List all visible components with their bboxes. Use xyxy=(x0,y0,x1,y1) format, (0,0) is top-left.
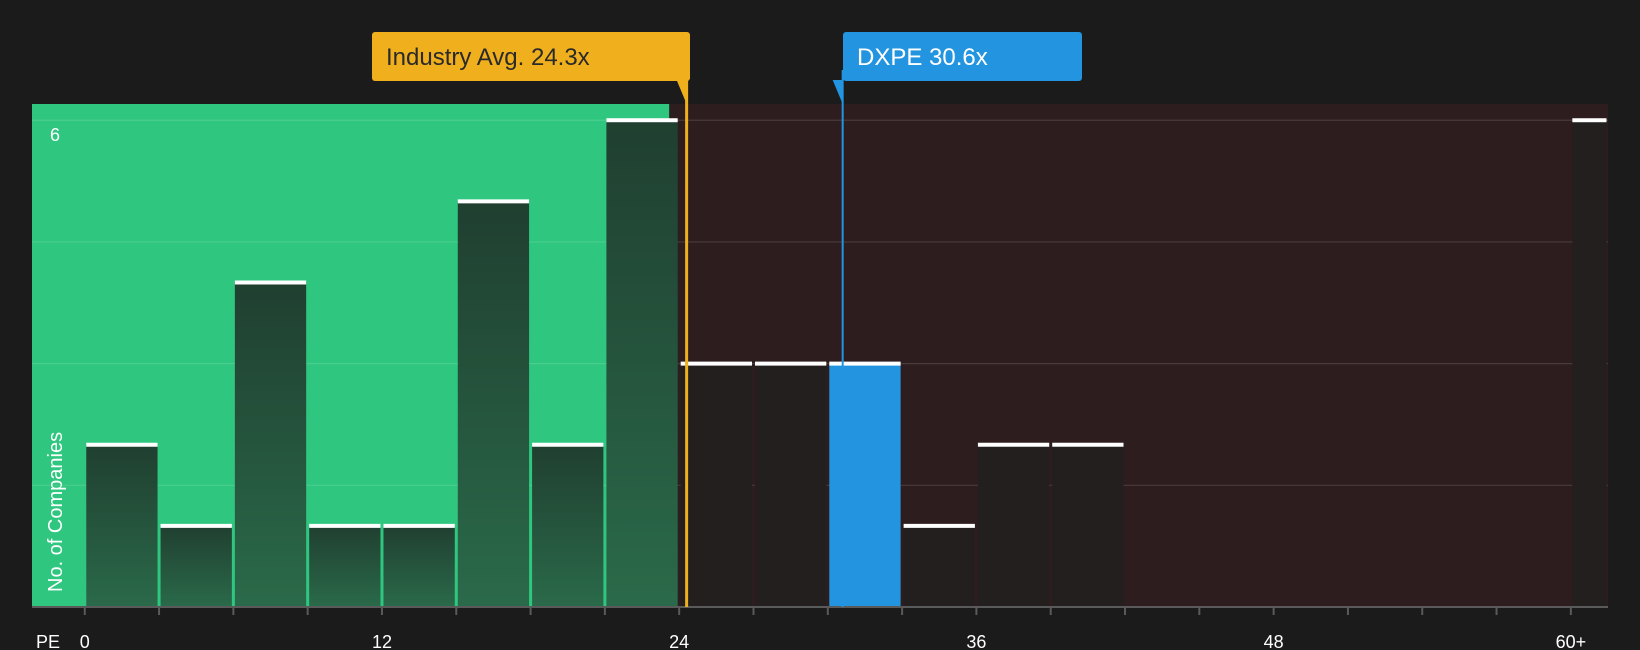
industry-callout-label: Industry Avg. 24.3x xyxy=(386,44,590,71)
x-tick-label-5: 60+ xyxy=(1556,632,1587,650)
bar-13 xyxy=(1052,444,1124,607)
x-tick-label-1: 12 xyxy=(372,632,392,650)
x-tick-label-4: 48 xyxy=(1264,632,1284,650)
bar-cap-0 xyxy=(86,442,158,447)
y-axis-label: No. of Companies xyxy=(45,432,67,592)
bar-14 xyxy=(1572,120,1607,608)
x-tick-label-0: 0 xyxy=(80,632,90,650)
bar-3 xyxy=(309,525,381,607)
x-axis-label: PE xyxy=(36,632,60,650)
x-tick-label-2: 24 xyxy=(669,632,689,650)
bar-4 xyxy=(383,525,455,607)
bar-cap-1 xyxy=(160,523,232,528)
bar-cap-5 xyxy=(457,199,530,204)
company-callout-label: DXPE 30.6x xyxy=(857,44,988,71)
bar-0 xyxy=(86,444,158,607)
pe-distribution-chart: 0 12 24 36 48 60+ 6 Industry Avg. 24.3x DXPE 30… xyxy=(32,32,1608,650)
bar-cap-8 xyxy=(680,361,752,366)
bar-cap-11 xyxy=(903,523,975,528)
bar-cap-12 xyxy=(977,442,1050,447)
bar-10 xyxy=(829,363,901,607)
bar-2 xyxy=(234,282,307,607)
bar-8 xyxy=(680,363,752,607)
bar-6 xyxy=(532,444,604,607)
bar-cap-3 xyxy=(309,523,381,528)
bar-9 xyxy=(754,363,827,607)
bar-cap-10 xyxy=(829,361,901,366)
bar-cap-13 xyxy=(1052,442,1124,447)
bar-1 xyxy=(160,525,232,607)
bar-cap-4 xyxy=(383,523,455,528)
bar-12 xyxy=(977,444,1050,607)
bar-cap-7 xyxy=(606,118,678,123)
company-callout-pointer xyxy=(832,80,843,104)
x-tick-label-3: 36 xyxy=(966,632,986,650)
y-tick-label-0: 6 xyxy=(50,125,60,145)
bar-5 xyxy=(457,201,530,607)
bar-11 xyxy=(903,525,975,607)
bar-cap-9 xyxy=(754,361,827,366)
bar-cap-14 xyxy=(1572,118,1607,123)
bar-cap-6 xyxy=(532,442,604,447)
bar-7 xyxy=(606,120,678,608)
bar-cap-2 xyxy=(234,280,307,285)
